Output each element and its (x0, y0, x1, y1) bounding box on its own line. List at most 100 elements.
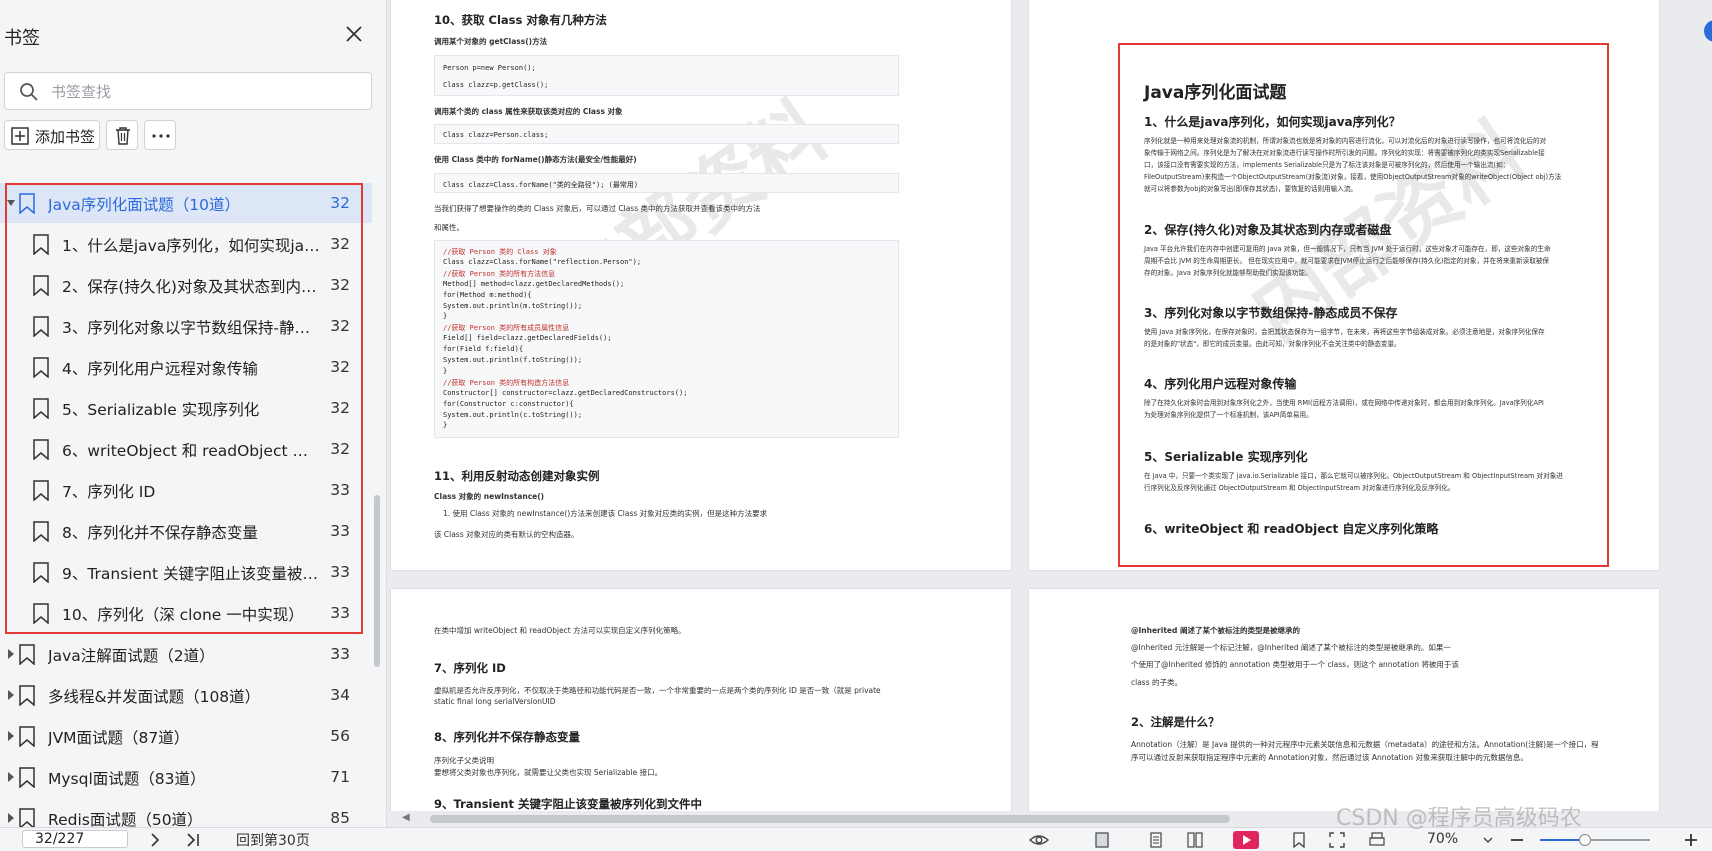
chevron-down-icon[interactable] (1479, 831, 1497, 849)
paragraph: 和属性。 (434, 223, 464, 232)
outline-item[interactable]: 2、保存(持久化)对象及其状态到内存或者磁盘 32 (0, 265, 372, 305)
caret-right-icon[interactable] (6, 771, 16, 783)
delete-bookmark-button[interactable] (106, 120, 138, 150)
outline-chapter[interactable]: Redis面试题（50道） 85 (0, 798, 372, 827)
paragraph: 在类中增加 writeObject 和 readObject 方法可以实现自定义… (434, 626, 686, 635)
bookmark-icon (19, 808, 35, 827)
bookmark-search[interactable] (4, 72, 372, 110)
paragraph-line: 为处理对象序列化提供了一个标准机制，该API简单易用。 (1144, 411, 1313, 419)
bookmark-icon (33, 521, 49, 542)
outline-chapter[interactable]: 多线程&并发面试题（108道） 34 (0, 675, 372, 715)
paragraph-line: 象传输于网络之间。序列化是为了解决在对对象流进行读写操作时所引发的问题。序列化的… (1144, 149, 1545, 157)
document-page: @Inherited 阐述了某个被标注的类型是被继承的 @Inherited 元… (1029, 589, 1659, 811)
outline-page-number: 33 (330, 604, 350, 622)
paragraph-line: 就可以将参数为obj的对象写出(即保存其状态)，要恢复的话则用输入流。 (1144, 185, 1358, 193)
section-heading: 2、注解是什么？ (1131, 715, 1220, 729)
paragraph: 序列化子父类说明 (434, 756, 494, 765)
last-page-icon[interactable] (184, 831, 202, 849)
paragraph: 使用 Class 类中的 forName()静态方法(最安全/性能最好) (434, 155, 637, 164)
more-options-button[interactable] (144, 120, 176, 150)
zoom-in-icon[interactable] (1682, 831, 1700, 849)
document-view[interactable]: 内部资料 10、获取 Class 对象有几种方法 调用某个对象的 getClas… (387, 0, 1712, 811)
print-icon[interactable] (1368, 831, 1386, 849)
paragraph: 调用某个对象的 getClass()方法 (434, 37, 548, 46)
code-line: Class clazz=p.getClass(); (443, 81, 549, 89)
scrollbar-thumb[interactable] (430, 815, 1230, 823)
list-item: 1. 使用 Class 对象的 newInstance()方法来创建该 Clas… (443, 509, 768, 518)
bookmark-icon (33, 480, 49, 501)
outline-item[interactable]: 7、序列化 ID 33 (0, 470, 372, 510)
fit-page-icon[interactable] (1328, 831, 1346, 849)
caret-down-icon[interactable] (6, 197, 16, 209)
paragraph-line: Java 平台允许我们在内存中创建可复用的 Java 对象，但一般情况下，只有当… (1144, 245, 1551, 253)
paragraph: @Inherited 阐述了某个被标注的类型是被继承的 (1131, 626, 1300, 635)
bookmark-view-icon[interactable] (1290, 831, 1308, 849)
next-page-icon[interactable] (146, 831, 164, 849)
zoom-slider[interactable] (1540, 834, 1650, 846)
outline-page-number: 32 (330, 358, 350, 376)
bookmark-outline: Java序列化面试题（10道）321、什么是java序列化，如何实现java序列… (0, 162, 372, 827)
single-page-icon[interactable] (1093, 831, 1111, 849)
outline-chapter[interactable]: Java注解面试题（2道） 33 (0, 634, 372, 674)
bookmark-icon (33, 357, 49, 378)
play-icon[interactable] (1233, 831, 1259, 849)
outline-item[interactable]: 1、什么是java序列化，如何实现java序列化？ 32 (0, 224, 372, 264)
paragraph: 当我们获得了想要操作的类的 Class 对象后，可以通过 Class 类中的方法… (434, 204, 761, 213)
outline-item[interactable]: 6、writeObject 和 readObject 自定义序列化策略 32 (0, 429, 372, 469)
outline-chapter[interactable]: JVM面试题（87道） 56 (0, 716, 372, 756)
zoom-slider-handle[interactable] (1579, 834, 1591, 846)
horizontal-scrollbar[interactable]: ◀ (400, 812, 1660, 826)
outline-page-number: 33 (330, 522, 350, 540)
caret-right-icon[interactable] (6, 730, 16, 742)
document-page: 内部资料 10、获取 Class 对象有几种方法 调用某个对象的 getClas… (391, 0, 1011, 570)
paragraph-line: 存的对象。Java 对象序列化就能够帮助我们实现该功能。 (1144, 269, 1312, 277)
paragraph: @Inherited 元注解是一个标记注解，@Inherited 阐述了某个被标… (1131, 643, 1451, 652)
outline-chapter[interactable]: Mysql面试题（83道） 71 (0, 757, 372, 797)
outline-label: 1、什么是java序列化，如何实现java序列化？ (62, 237, 322, 255)
back-to-page-link[interactable]: 回到第30页 (236, 830, 310, 850)
two-page-icon[interactable] (1186, 831, 1204, 849)
zoom-out-icon[interactable] (1508, 831, 1526, 849)
bookmark-icon (19, 193, 35, 214)
outline-label: 5、Serializable 实现序列化 (62, 401, 260, 419)
outline-item[interactable]: 8、序列化并不保存静态变量 33 (0, 511, 372, 551)
bookmark-icon (19, 685, 35, 706)
code-line: for(Field f:field){ (443, 345, 524, 354)
bookmark-search-input[interactable] (49, 79, 353, 105)
outline-item[interactable]: 10、序列化（深 clone 一中实现） 33 (0, 593, 372, 633)
close-icon[interactable] (342, 22, 366, 46)
paragraph: 该 Class 对象对应的类有默认的空构造器。 (434, 530, 579, 539)
paragraph-line: 序列化就是一种用来处理对象流的机制，所谓对象流也就是将对象的内容进行流化。可以对… (1144, 137, 1547, 145)
outline-item[interactable]: 5、Serializable 实现序列化 32 (0, 388, 372, 428)
outline-chapter[interactable]: Java序列化面试题（10道） 32 (0, 183, 372, 223)
outline-item[interactable]: 3、序列化对象以字节数组保持-静态成员不保存 32 (0, 306, 372, 346)
outline-label: 4、序列化用户远程对象传输 (62, 360, 258, 378)
outline-page-number: 33 (330, 563, 350, 581)
caret-right-icon[interactable] (6, 648, 16, 660)
code-block: //获取 Person 类的 Class 对象 Class clazz=Clas… (434, 240, 899, 438)
caret-right-icon[interactable] (6, 812, 16, 824)
continuous-page-icon[interactable] (1147, 831, 1165, 849)
eye-icon[interactable] (1028, 831, 1050, 849)
paragraph: 序可以通过反射来获取指定程序中元素的 Annotation对象，然后通过该 An… (1131, 753, 1528, 762)
caret-right-icon[interactable] (6, 689, 16, 701)
sidebar-scrollbar[interactable] (374, 495, 380, 667)
outline-label: JVM面试题（87道） (48, 729, 190, 747)
more-icon (152, 134, 170, 138)
outline-label: 3、序列化对象以字节数组保持-静态成员不保存 (62, 319, 322, 337)
code-line: System.out.println(f.toString()); (443, 356, 583, 364)
section-heading: 10、获取 Class 对象有几种方法 (434, 13, 607, 27)
outline-item[interactable]: 9、Transient 关键字阻止该变量被序列化到文件中 33 (0, 552, 372, 592)
bookmark-icon (33, 562, 49, 583)
scroll-left-icon[interactable]: ◀ (402, 812, 410, 823)
bookmark-icon (33, 316, 49, 337)
paragraph: 个使用了@Inherited 修饰的 annotation 类型被用于一个 cl… (1131, 660, 1459, 669)
outline-page-number: 32 (330, 276, 350, 294)
outline-item[interactable]: 4、序列化用户远程对象传输 32 (0, 347, 372, 387)
zoom-level[interactable]: 70% (1427, 831, 1458, 847)
paragraph: Class 对象的 newInstance() (434, 492, 545, 501)
bookmark-icon (19, 726, 35, 747)
outline-label: 9、Transient 关键字阻止该变量被序列化到文件中 (62, 565, 322, 583)
page-number-input[interactable] (22, 830, 128, 848)
add-bookmark-button[interactable]: 添加书签 (4, 120, 100, 150)
